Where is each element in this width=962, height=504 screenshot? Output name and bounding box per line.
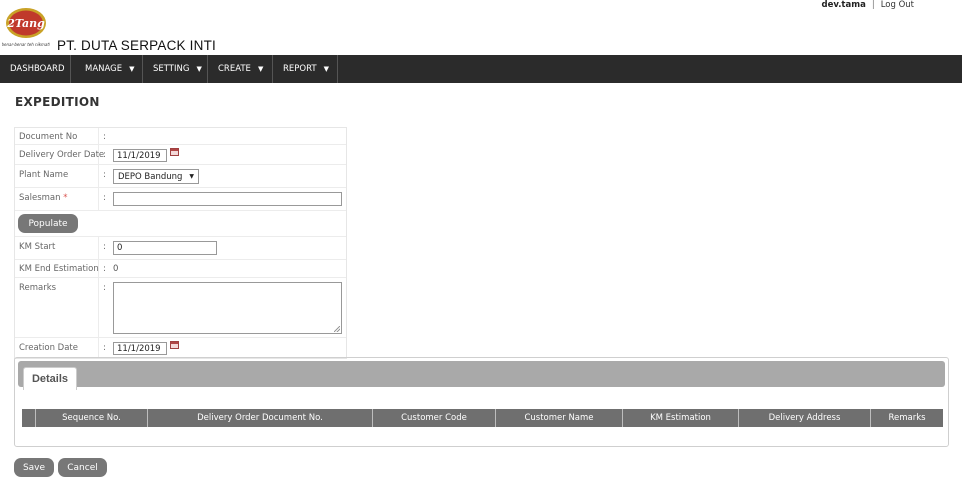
row-remarks: Remarks : xyxy=(15,278,346,338)
row-salesman: Salesman * : xyxy=(15,188,346,211)
creation-date-input[interactable]: 11/1/2019 xyxy=(113,342,167,355)
row-km-end-estimation: KM End Estimation : 0 xyxy=(15,260,346,278)
col-delivery-address: Delivery Address xyxy=(738,409,870,427)
user-separator: | xyxy=(871,0,875,10)
company-name: PT. DUTA SERPACK INTI xyxy=(57,38,216,53)
colon: : xyxy=(103,264,106,274)
nav-create-label: CREATE xyxy=(218,64,251,74)
chevron-down-icon: ▼ xyxy=(257,65,264,73)
nav-create[interactable]: CREATE ▼ xyxy=(208,55,273,83)
page-title: EXPEDITION xyxy=(15,95,100,109)
chevron-down-icon: ▼ xyxy=(323,65,329,73)
salesman-input[interactable] xyxy=(113,192,342,206)
tab-details[interactable]: Details xyxy=(23,367,77,390)
resize-handle-icon[interactable] xyxy=(334,326,340,332)
svg-text:benar-benar teh nikmat!: benar-benar teh nikmat! xyxy=(2,42,50,47)
col-remarks: Remarks xyxy=(870,409,943,427)
colon: : xyxy=(103,343,106,353)
main-nav: DASHBOARD MANAGE ▼ SETTING ▼ CREATE ▼ REPOR… xyxy=(0,55,962,83)
username: dev.tama xyxy=(821,0,866,10)
remarks-label: Remarks xyxy=(19,283,57,293)
chevron-down-icon: ▼ xyxy=(189,173,194,180)
km-end-estimation-label: KM End Estimation xyxy=(19,264,99,274)
chevron-down-icon: ▼ xyxy=(196,65,202,73)
brand-logo[interactable]: 2Tang benar-benar teh nikmat! xyxy=(1,4,51,48)
plant-name-select[interactable]: DEPO Bandung ▼ xyxy=(113,169,199,184)
details-tab-bar: Details xyxy=(18,361,945,390)
km-start-input[interactable]: 0 xyxy=(113,241,217,255)
col-sequence-no: Sequence No. xyxy=(35,409,147,427)
nav-dashboard-label: DASHBOARD xyxy=(10,64,65,74)
colon: : xyxy=(103,193,106,203)
plant-name-label: Plant Name xyxy=(19,170,69,180)
save-button[interactable]: Save xyxy=(14,458,54,477)
colon: : xyxy=(103,242,106,252)
nav-setting-label: SETTING xyxy=(153,64,190,74)
calendar-icon[interactable] xyxy=(170,341,179,349)
colon: : xyxy=(103,170,106,180)
document-no-label: Document No xyxy=(19,132,78,142)
plant-name-selected: DEPO Bandung xyxy=(118,171,183,182)
col-delivery-order-document-no: Delivery Order Document No. xyxy=(147,409,372,427)
nav-manage-label: MANAGE xyxy=(85,64,123,74)
details-panel: Details Sequence No. Delivery Order Docu… xyxy=(14,357,949,447)
logout-link[interactable]: Log Out xyxy=(881,0,914,10)
row-km-start: KM Start : 0 xyxy=(15,237,346,260)
row-populate: Populate xyxy=(15,211,346,237)
row-creation-date: Creation Date : 11/1/2019 xyxy=(15,338,346,358)
nav-dashboard[interactable]: DASHBOARD xyxy=(0,55,71,83)
required-marker: * xyxy=(63,193,68,203)
table-header-blank xyxy=(22,409,35,427)
km-end-estimation-value: 0 xyxy=(113,264,119,274)
nav-setting[interactable]: SETTING ▼ xyxy=(143,55,208,83)
row-delivery-order-date: Delivery Order Date : 11/1/2019 xyxy=(15,145,346,165)
delivery-order-date-label: Delivery Order Date xyxy=(19,150,105,160)
colon: : xyxy=(103,150,106,160)
creation-date-label: Creation Date xyxy=(19,343,78,353)
km-start-label: KM Start xyxy=(19,242,56,252)
col-customer-name: Customer Name xyxy=(495,409,622,427)
nav-report-label: REPORT xyxy=(283,64,317,74)
row-document-no: Document No : xyxy=(15,128,346,145)
col-km-estimation: KM Estimation xyxy=(622,409,738,427)
calendar-icon[interactable] xyxy=(170,148,179,156)
colon: : xyxy=(103,132,106,142)
details-table-header: Sequence No. Delivery Order Document No.… xyxy=(22,409,943,427)
populate-button[interactable]: Populate xyxy=(18,214,78,233)
colon: : xyxy=(103,283,106,293)
delivery-order-date-input[interactable]: 11/1/2019 xyxy=(113,149,167,162)
cancel-button[interactable]: Cancel xyxy=(58,458,107,477)
chevron-down-icon: ▼ xyxy=(129,65,135,73)
salesman-label: Salesman * xyxy=(19,193,67,203)
user-bar: dev.tama | Log Out xyxy=(822,0,915,10)
nav-report[interactable]: REPORT ▼ xyxy=(273,55,338,83)
expedition-form: Document No : Delivery Order Date : 11/1… xyxy=(14,127,347,359)
remarks-textarea[interactable] xyxy=(113,282,342,334)
nav-manage[interactable]: MANAGE ▼ xyxy=(71,55,143,83)
row-plant-name: Plant Name : DEPO Bandung ▼ xyxy=(15,165,346,188)
svg-text:2Tang: 2Tang xyxy=(6,17,45,30)
col-customer-code: Customer Code xyxy=(372,409,495,427)
salesman-label-text: Salesman xyxy=(19,193,61,203)
